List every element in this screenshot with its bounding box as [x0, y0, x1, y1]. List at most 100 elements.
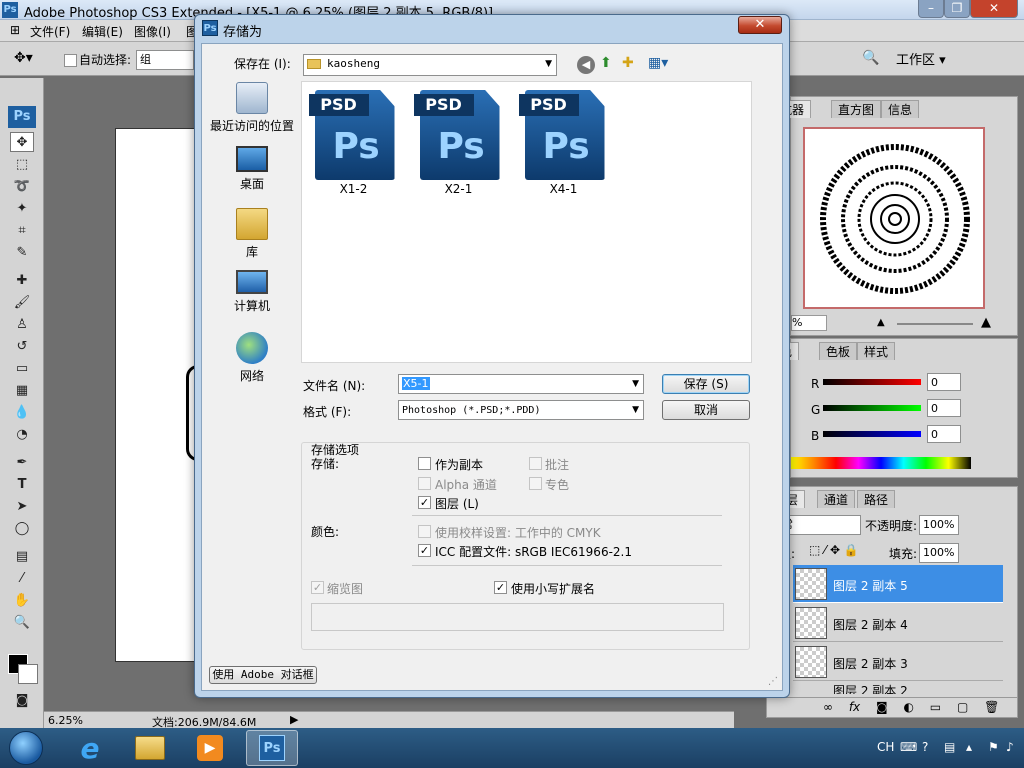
color-r-field[interactable]: 0 [927, 373, 961, 391]
color-b-slider[interactable] [823, 431, 921, 437]
tab-styles[interactable]: 样式 [857, 342, 896, 360]
color-b-field[interactable]: 0 [927, 425, 961, 443]
file-item[interactable]: PSD Ps X4-1 [516, 90, 611, 196]
background-color-swatch[interactable] [18, 664, 38, 684]
navigator-preview[interactable] [803, 127, 985, 309]
blur-tool-icon[interactable]: 💧 [10, 402, 34, 422]
place-desktop[interactable]: 桌面 [208, 146, 296, 192]
history-brush-tool-icon[interactable]: ↺ [10, 336, 34, 356]
layer-row[interactable]: 图层 2 副本 5 [793, 565, 1003, 603]
file-item[interactable]: PSD Ps X2-1 [411, 90, 506, 196]
resize-grip-icon[interactable]: ⋰ [768, 676, 778, 687]
magic-wand-tool-icon[interactable]: ✦ [10, 198, 34, 218]
layers-checkbox[interactable]: ✓ [418, 496, 431, 509]
minimize-button[interactable]: – [918, 0, 944, 18]
layer-row[interactable]: 图层 2 副本 2 [793, 682, 1003, 694]
taskbar-photoshop[interactable]: Ps [246, 730, 298, 766]
tab-channels[interactable]: 通道 [817, 490, 856, 508]
auto-select-checkbox[interactable] [64, 54, 77, 67]
auto-select-dropdown[interactable]: 组 [136, 50, 194, 70]
use-adobe-dialog-button[interactable]: 使用 Adobe 对话框 [209, 666, 317, 684]
help-icon[interactable]: ? [922, 740, 928, 754]
close-button[interactable]: ✕ [970, 0, 1018, 18]
layer-mask-icon[interactable]: ◙ [876, 700, 888, 714]
show-hidden-icons[interactable]: ▴ [966, 740, 972, 754]
back-icon[interactable]: ◀ [577, 56, 595, 74]
spot-checkbox[interactable] [529, 477, 542, 490]
file-list[interactable]: PSD Ps X1-2 PSD Ps X2-1 PSD Ps X4-1 [301, 81, 752, 363]
menu-edit[interactable]: 编辑(E) [82, 23, 123, 40]
thumbnail-checkbox[interactable]: ✓ [311, 581, 324, 594]
document-canvas[interactable] [115, 128, 200, 662]
format-dropdown[interactable]: Photoshop (*.PSD;*.PDD) ▼ [398, 400, 644, 420]
zoom-in-icon[interactable]: ▲ [981, 315, 991, 330]
file-item[interactable]: PSD Ps X1-2 [306, 90, 401, 196]
place-network[interactable]: 网络 [208, 332, 296, 384]
filename-field[interactable]: X5-1 ▼ [398, 374, 644, 394]
place-recent[interactable]: 最近访问的位置 [208, 82, 296, 134]
shape-tool-icon[interactable]: ◯ [10, 518, 34, 538]
navigator-zoom-slider[interactable] [897, 323, 973, 325]
crop-tool-icon[interactable]: ⌗ [10, 220, 34, 240]
delete-layer-icon[interactable]: 🗑 [984, 700, 999, 714]
color-g-slider[interactable] [823, 405, 921, 411]
ps-menu-icon[interactable]: ⊞ [10, 23, 20, 37]
dodge-tool-icon[interactable]: ◔ [10, 424, 34, 444]
tab-paths[interactable]: 路径 [857, 490, 896, 508]
healing-tool-icon[interactable]: ✚ [10, 270, 34, 290]
quick-mask-icon[interactable]: ◙ [10, 690, 34, 710]
proof-checkbox[interactable] [418, 525, 431, 538]
save-button[interactable]: 保存 (S) [662, 374, 750, 394]
alpha-checkbox[interactable] [418, 477, 431, 490]
brush-tool-icon[interactable]: 🖌 [10, 292, 34, 312]
new-layer-icon[interactable]: ▢ [957, 700, 968, 714]
network-tray-icon[interactable]: ▤ [944, 740, 955, 754]
chevron-down-icon[interactable]: ▼ [632, 375, 639, 393]
flag-icon[interactable]: ⚑ [988, 740, 999, 754]
volume-icon[interactable]: ♪ [1006, 740, 1014, 754]
eraser-tool-icon[interactable]: ▭ [10, 358, 34, 378]
notes-checkbox[interactable] [529, 457, 542, 470]
layer-row[interactable]: 图层 2 副本 3 [793, 643, 1003, 681]
zoom-readout[interactable]: 6.25% [48, 714, 83, 727]
ime-icon[interactable]: ⌨ [900, 740, 917, 754]
start-button[interactable] [0, 730, 52, 766]
color-r-slider[interactable] [823, 379, 921, 385]
up-folder-icon[interactable]: ⬆ [600, 55, 612, 71]
zoom-tool-icon[interactable]: 🔍 [10, 612, 34, 632]
save-in-dropdown[interactable]: kaosheng ▼ [303, 54, 557, 76]
opacity-field[interactable]: 100% [919, 515, 959, 535]
dialog-close-button[interactable]: ✕ [738, 16, 782, 34]
tab-info[interactable]: 信息 [881, 100, 920, 118]
color-spectrum-ramp[interactable] [791, 457, 971, 469]
link-layers-icon[interactable]: ∞ [823, 700, 833, 714]
fill-field[interactable]: 100% [919, 543, 959, 563]
navigator-zoom-field[interactable]: % [791, 315, 827, 331]
cancel-button[interactable]: 取消 [662, 400, 750, 420]
new-group-icon[interactable]: ▭ [930, 700, 941, 714]
slice-tool-icon[interactable]: ✎ [10, 242, 34, 262]
color-g-field[interactable]: 0 [927, 399, 961, 417]
lock-icons[interactable]: ⬚ ⁄ ✥ 🔒 [809, 543, 859, 557]
layer-row[interactable]: 图层 2 副本 4 [793, 604, 1003, 642]
move-tool-icon[interactable]: ✥▾ [14, 50, 33, 66]
zoom-out-icon[interactable]: ▲ [877, 317, 885, 328]
tab-swatches[interactable]: 色板 [819, 342, 858, 360]
taskbar-explorer[interactable] [124, 730, 176, 766]
adjustment-layer-icon[interactable]: ◐ [903, 700, 913, 714]
move-tool-icon[interactable]: ✥ [10, 132, 34, 152]
new-folder-icon[interactable]: ✚ [622, 55, 634, 71]
language-indicator[interactable]: CH [877, 740, 894, 754]
pen-tool-icon[interactable]: ✒ [10, 452, 34, 472]
maximize-button[interactable]: ❐ [944, 0, 970, 18]
dialog-titlebar[interactable]: Ps 存储为 ✕ [195, 15, 789, 43]
gradient-tool-icon[interactable]: ▦ [10, 380, 34, 400]
place-libraries[interactable]: 库 [208, 208, 296, 260]
notes-tool-icon[interactable]: ▤ [10, 546, 34, 566]
type-tool-icon[interactable]: T [10, 474, 34, 494]
stamp-tool-icon[interactable]: ♙ [10, 314, 34, 334]
layer-style-icon[interactable]: fx [849, 700, 860, 714]
menu-file[interactable]: 文件(F) [30, 23, 70, 40]
marquee-tool-icon[interactable]: ⬚ [10, 154, 34, 174]
hand-tool-icon[interactable]: ✋ [10, 590, 34, 610]
